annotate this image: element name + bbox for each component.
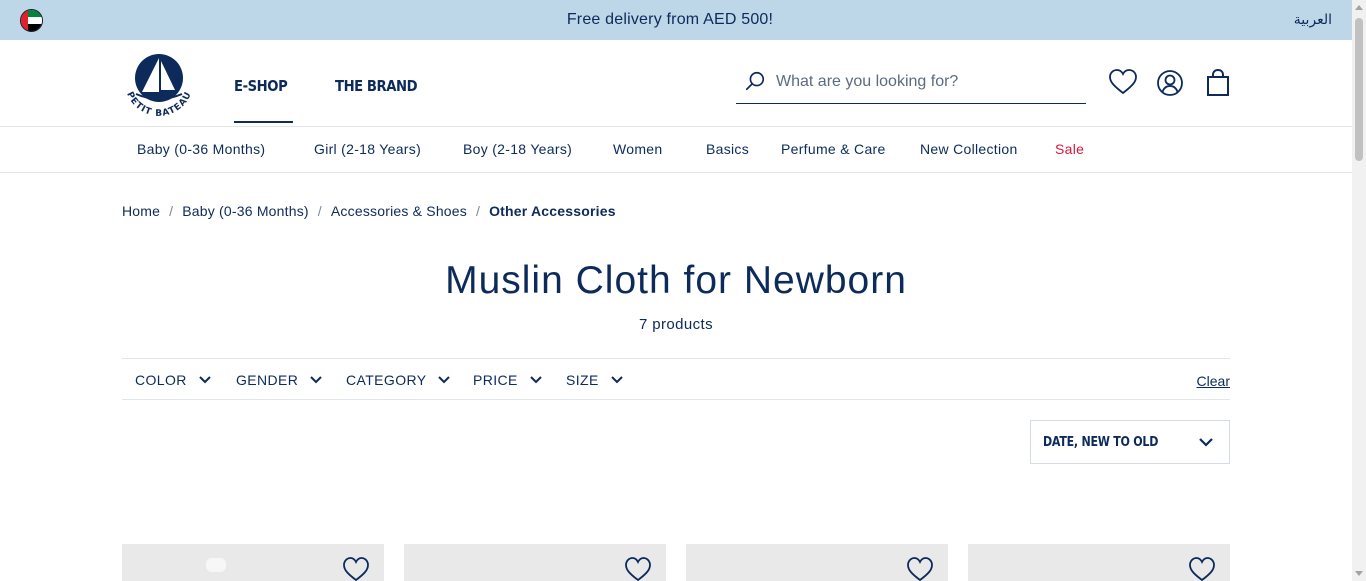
heart-icon[interactable] — [343, 557, 369, 581]
nav-e-shop[interactable]: E-SHOP — [234, 77, 293, 123]
category-boy[interactable]: Boy (2-18 Years) — [463, 141, 572, 157]
nav-the-brand[interactable]: THE BRAND — [335, 77, 418, 95]
breadcrumb-accessories-shoes[interactable]: Accessories & Shoes — [331, 203, 467, 219]
scroll-down-arrow-icon[interactable] — [1355, 571, 1363, 576]
breadcrumb-home[interactable]: Home — [122, 203, 160, 219]
product-card[interactable] — [404, 544, 666, 581]
category-basics[interactable]: Basics — [706, 141, 749, 157]
filter-category-label: CATEGORY — [346, 372, 427, 388]
main-navigation: E-SHOP THE BRAND — [234, 77, 428, 123]
filter-category[interactable]: CATEGORY — [346, 372, 451, 388]
breadcrumb-separator: / — [475, 203, 481, 219]
search-bar — [736, 64, 1086, 104]
filter-bar: COLOR GENDER CATEGORY PRICE SIZE Clear — [122, 358, 1230, 400]
cart-icon[interactable] — [1203, 68, 1233, 98]
category-perfume-care[interactable]: Perfume & Care — [781, 141, 886, 157]
breadcrumb-current: Other Accessories — [489, 203, 616, 219]
category-baby[interactable]: Baby (0-36 Months) — [137, 141, 265, 157]
category-new-collection[interactable]: New Collection — [920, 141, 1018, 157]
product-card[interactable] — [686, 544, 948, 581]
chevron-down-icon — [438, 376, 451, 384]
chevron-down-icon — [199, 376, 211, 384]
filter-gender-label: GENDER — [236, 372, 299, 388]
chevron-down-icon — [611, 376, 623, 384]
search-input[interactable] — [776, 70, 1076, 94]
breadcrumb-baby[interactable]: Baby (0-36 Months) — [182, 203, 309, 219]
breadcrumb-separator: / — [317, 203, 322, 219]
filter-gender[interactable]: GENDER — [236, 372, 323, 388]
petit-bateau-logo[interactable]: PETIT BATEAU — [120, 48, 196, 120]
category-navigation: Baby (0-36 Months) Girl (2-18 Years) Boy… — [0, 127, 1352, 173]
page-title: Muslin Cloth for Newborn — [445, 259, 907, 302]
filter-size[interactable]: SIZE — [566, 372, 623, 388]
site-header: PETIT BATEAU E-SHOP THE BRAND — [0, 40, 1352, 127]
sort-dropdown[interactable]: DATE, NEW TO OLD — [1030, 420, 1230, 464]
product-card[interactable] — [122, 544, 384, 581]
category-women[interactable]: Women — [613, 141, 662, 157]
filter-price[interactable]: PRICE — [473, 372, 542, 388]
breadcrumb-separator: / — [169, 203, 174, 219]
product-card[interactable] — [968, 544, 1230, 581]
scroll-up-arrow-icon[interactable] — [1355, 5, 1363, 10]
clear-filters-link[interactable]: Clear — [1197, 373, 1230, 389]
product-count: 7 products — [638, 316, 714, 333]
category-sale[interactable]: Sale — [1055, 141, 1084, 157]
account-icon[interactable] — [1155, 68, 1185, 98]
filter-color-label: COLOR — [135, 372, 187, 388]
product-image — [206, 558, 226, 572]
chevron-down-icon — [530, 376, 542, 384]
search-icon[interactable] — [744, 70, 766, 92]
filter-price-label: PRICE — [473, 372, 518, 388]
scrollbar-thumb[interactable] — [1355, 18, 1363, 161]
page-scrollbar[interactable] — [1352, 0, 1366, 581]
category-girl[interactable]: Girl (2-18 Years) — [314, 141, 421, 157]
chevron-down-icon — [1199, 438, 1213, 447]
language-switch-link[interactable]: العربية — [1294, 11, 1332, 28]
filter-size-label: SIZE — [566, 372, 599, 388]
chevron-down-icon — [310, 376, 323, 384]
heart-icon[interactable] — [907, 557, 933, 581]
breadcrumb: Home / Baby (0-36 Months) / Accessories … — [122, 203, 616, 219]
wishlist-icon[interactable] — [1108, 68, 1138, 98]
free-delivery-message: Free delivery from AED 500! — [566, 11, 774, 28]
filter-color[interactable]: COLOR — [135, 372, 211, 388]
announcement-bar: Free delivery from AED 500! العربية — [0, 0, 1352, 40]
heart-icon[interactable] — [625, 557, 651, 581]
heart-icon[interactable] — [1189, 557, 1215, 581]
sort-selected-value: DATE, NEW TO OLD — [1043, 435, 1159, 450]
